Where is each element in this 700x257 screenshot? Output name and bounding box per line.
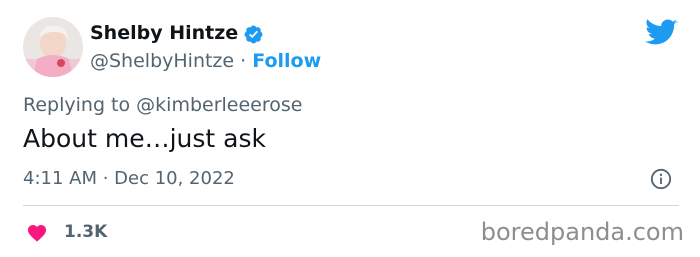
tweet-text: About me…just ask (23, 124, 266, 153)
twitter-bird-icon[interactable] (645, 19, 678, 47)
avatar[interactable] (23, 17, 83, 77)
author-handle[interactable]: @ShelbyHintze (90, 50, 234, 72)
avatar-photo (23, 17, 83, 77)
verified-badge-icon (244, 25, 263, 44)
display-name[interactable]: Shelby Hintze (90, 22, 238, 44)
like-count[interactable]: 1.3K (64, 222, 107, 242)
info-icon[interactable] (650, 168, 672, 190)
separator-dot: · (240, 50, 247, 72)
tweet-timestamp[interactable]: 4:11 AM · Dec 10, 2022 (23, 168, 235, 189)
watermark: boredpanda.com (480, 218, 684, 246)
divider (23, 205, 679, 206)
handle-line: @ShelbyHintze · Follow (90, 50, 321, 72)
follow-button[interactable]: Follow (252, 50, 321, 72)
heart-icon[interactable] (26, 222, 48, 242)
replying-to[interactable]: Replying to @kimberleeerose (23, 94, 302, 116)
